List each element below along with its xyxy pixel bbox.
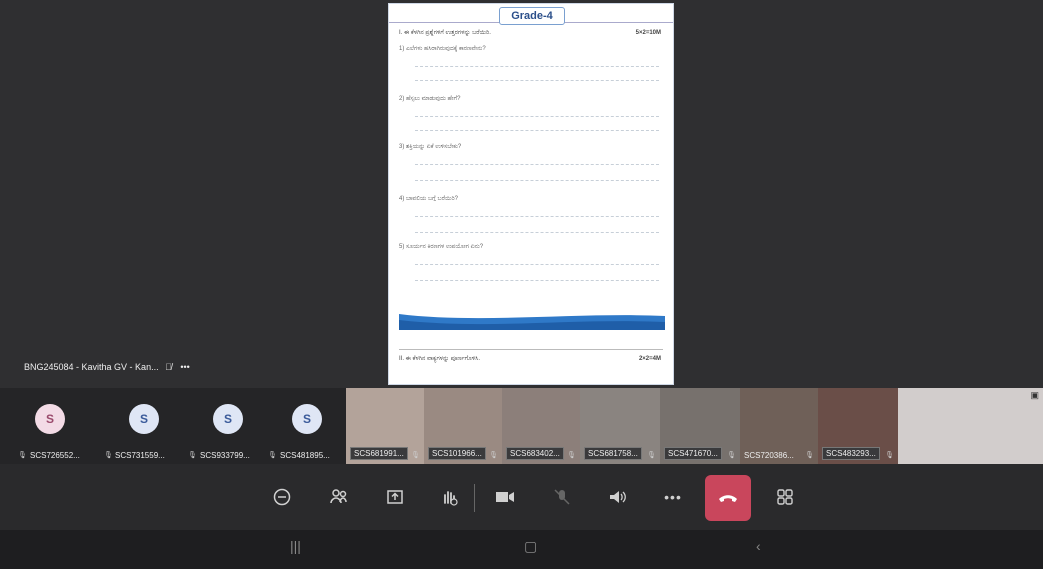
android-nav-bar: ||| ▢ ‹ xyxy=(0,530,1043,569)
toolbar-divider xyxy=(474,484,475,512)
mic-icon: 🎙 xyxy=(188,452,197,459)
section1-heading: I. ಈ ಕೆಳಗಿನ ಪ್ರಶ್ನೆಗಳಿಗೆ ಉತ್ತರಗಳನ್ನು ಬರೆ… xyxy=(399,30,665,37)
answer-line xyxy=(415,116,659,117)
mic-icon: 🎙 xyxy=(18,452,27,459)
participant-name: SCS681758... xyxy=(584,447,642,460)
participant-video-tile[interactable]: SCS101966... 🎙 xyxy=(424,388,502,464)
microphone-button[interactable] xyxy=(545,480,579,514)
raise-hand-button[interactable] xyxy=(432,480,466,514)
mic-icon: 🎙 xyxy=(104,452,113,459)
section1-heading-text: I. ಈ ಕೆಳಗಿನ ಪ್ರಶ್ನೆಗಳಿಗೆ ಉತ್ತರಗಳನ್ನು ಬರೆ… xyxy=(399,30,491,36)
avatar: S xyxy=(129,404,159,434)
end-call-button[interactable] xyxy=(705,475,751,521)
grid-icon xyxy=(777,489,793,505)
answer-line xyxy=(415,164,659,165)
answer-line xyxy=(415,216,659,217)
question-5: 5) ಸೂರ್ಯನ ಕಿರಣಗಳ ಉಪಯೋಗ ಏನು? xyxy=(399,244,484,250)
page-wave-decoration xyxy=(399,314,665,330)
mic-icon: 🎙 xyxy=(489,452,498,459)
mic-muted-icon: 🎙̸ xyxy=(165,362,172,372)
participant-name: SCS933799... xyxy=(200,451,250,460)
participant-video-tile[interactable]: SCS720386... 🎙 xyxy=(740,388,818,464)
avatar: S xyxy=(35,404,65,434)
participant-name: SCS720386... xyxy=(744,451,794,460)
hand-icon xyxy=(444,491,458,506)
participant-tile[interactable]: S 🎙 SCS726552... xyxy=(0,388,100,464)
participant-name: SCS683402... xyxy=(506,447,564,460)
recent-apps-icon[interactable]: ||| xyxy=(290,538,301,554)
presenter-name-tag: BNG245084 - Kavitha GV - Kan... 🎙̸ ••• xyxy=(24,362,190,372)
answer-line xyxy=(415,264,659,265)
mic-icon: 🎙 xyxy=(411,452,420,459)
participant-video-tile[interactable]: SCS471670... 🎙 xyxy=(660,388,740,464)
section2-marks: 2×2=4M xyxy=(638,356,661,362)
more-options-button[interactable]: ••• xyxy=(656,480,690,514)
people-icon xyxy=(330,489,347,504)
share-screen-button[interactable] xyxy=(378,480,412,514)
participant-name: SCS481895... xyxy=(280,451,330,460)
answer-line xyxy=(415,180,659,181)
participant-video-tile[interactable]: SCS681758... 🎙 xyxy=(580,388,660,464)
shared-document: Grade-4 I. ಈ ಕೆಳಗಿನ ಪ್ರಶ್ನೆಗಳಿಗೆ ಉತ್ತರಗಳ… xyxy=(388,3,674,385)
participant-video-tile[interactable]: SCS683402... 🎙 xyxy=(502,388,580,464)
section2-heading-text: II. ಈ ಕೆಳಗಿನ ವಾಕ್ಯಗಳನ್ನು ಪೂರ್ಣಗೊಳಿಸಿ. xyxy=(399,356,481,362)
avatar: S xyxy=(292,404,322,434)
main-stage: Grade-4 I. ಈ ಕೆಳಗಿನ ಪ್ರಶ್ನೆಗಳಿಗೆ ಉತ್ತರಗಳ… xyxy=(0,0,1043,388)
speaker-icon xyxy=(610,491,626,503)
mic-icon: 🎙 xyxy=(727,452,736,459)
mic-icon: 🎙 xyxy=(268,452,277,459)
participant-name: SCS731559... xyxy=(115,451,165,460)
answer-line xyxy=(415,80,659,81)
presenter-more-options[interactable]: ••• xyxy=(180,362,189,372)
meeting-toolbar: ••• xyxy=(0,464,1043,530)
mic-icon: 🎙 xyxy=(805,452,814,459)
pin-icon[interactable]: ▣ xyxy=(1030,390,1039,401)
section1-marks: 5×2=10M xyxy=(635,30,661,36)
answer-line xyxy=(415,66,659,67)
video-camera-icon xyxy=(496,492,514,502)
layout-button[interactable] xyxy=(768,480,802,514)
section-divider xyxy=(399,349,663,350)
participant-video-tile[interactable]: ▣ xyxy=(898,388,1043,464)
participant-strip: S 🎙 SCS726552... S 🎙 SCS731559... S 🎙 SC… xyxy=(0,388,1043,464)
question-1: 1) ಎಲೆಗಳು ಹಸಿರಾಗಿರುವುದಕ್ಕೆ ಕಾರಣವೇನು? xyxy=(399,46,486,52)
participant-name: SCS681991... xyxy=(350,447,408,460)
chat-button[interactable] xyxy=(265,480,299,514)
presenter-name: BNG245084 - Kavitha GV - Kan... xyxy=(24,362,159,372)
home-icon[interactable]: ▢ xyxy=(524,538,537,555)
speaker-button[interactable] xyxy=(600,480,634,514)
question-2: 2) ಹೆಸ್ಸಲು ಮಾಡುವುದು ಹೇಗೆ? xyxy=(399,96,461,102)
section2-heading: II. ಈ ಕೆಳಗಿನ ವಾಕ್ಯಗಳನ್ನು ಪೂರ್ಣಗೊಳಿಸಿ. 2×… xyxy=(399,356,665,363)
participant-tile[interactable]: S 🎙 SCS933799... xyxy=(188,388,268,464)
question-3: 3) ಶಕ್ತಿಯನ್ನು ಏಕೆ ಉಳಿಸಬೇಕು? xyxy=(399,144,462,150)
participant-tile[interactable]: S 🎙 SCS731559... xyxy=(100,388,188,464)
participant-video-tile[interactable]: SCS483293... 🎙 xyxy=(818,388,898,464)
mic-icon: 🎙 xyxy=(647,452,656,459)
participant-tile[interactable]: S 🎙 SCS481895... xyxy=(268,388,346,464)
participant-video-tile[interactable]: SCS681991... 🎙 xyxy=(346,388,424,464)
answer-line xyxy=(415,130,659,131)
participant-name: SCS483293... xyxy=(822,447,880,460)
grade-title: Grade-4 xyxy=(499,7,565,25)
answer-line xyxy=(415,280,659,281)
mic-off-icon xyxy=(554,489,570,505)
chat-icon xyxy=(273,488,291,506)
question-4: 4) ಬಾವಲಿಯ ಬಗ್ಗೆ ಬರೆಯಿರಿ? xyxy=(399,196,458,202)
document-header: Grade-4 xyxy=(389,4,673,25)
participant-name: SCS471670... xyxy=(664,447,722,460)
participant-name: SCS726552... xyxy=(30,451,80,460)
answer-line xyxy=(415,232,659,233)
avatar: S xyxy=(213,404,243,434)
hang-up-icon xyxy=(719,495,737,502)
back-icon[interactable]: ‹ xyxy=(756,538,761,554)
camera-button[interactable] xyxy=(488,480,522,514)
participant-name: SCS101966... xyxy=(428,447,486,460)
mic-icon: 🎙 xyxy=(567,452,576,459)
mic-icon: 🎙 xyxy=(885,452,894,459)
more-icon: ••• xyxy=(664,489,682,505)
participants-button[interactable] xyxy=(322,480,356,514)
share-icon xyxy=(387,490,403,504)
